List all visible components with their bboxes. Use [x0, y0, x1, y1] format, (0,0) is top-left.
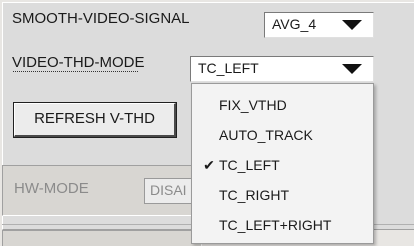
- menu-item-label: TC_LEFT: [219, 157, 280, 173]
- menu-item-tc-left[interactable]: ✔ TC_LEFT: [192, 150, 373, 180]
- check-icon: ✔: [203, 157, 215, 173]
- menu-item-label: AUTO_TRACK: [219, 127, 313, 143]
- menu-item-auto-track[interactable]: AUTO_TRACK: [192, 120, 373, 150]
- smooth-video-signal-label: SMOOTH-VIDEO-SIGNAL: [12, 10, 190, 27]
- refresh-v-thd-button[interactable]: REFRESH V-THD: [13, 102, 177, 138]
- menu-item-label: TC_RIGHT: [219, 187, 289, 203]
- triangle-down-icon[interactable]: [331, 13, 373, 37]
- menu-item-fix-vthd[interactable]: FIX_VTHD: [192, 90, 373, 120]
- lower-panel: [2, 230, 202, 246]
- hw-mode-label: HW-MODE: [14, 180, 89, 197]
- triangle-down-icon[interactable]: [331, 57, 373, 81]
- menu-item-label: FIX_VTHD: [219, 97, 287, 113]
- focus-indicator: [13, 71, 138, 72]
- hw-mode-select[interactable]: DISAI: [144, 178, 192, 204]
- menu-item-tc-right[interactable]: TC_RIGHT: [192, 180, 373, 210]
- video-thd-mode-select[interactable]: TC_LEFT: [190, 56, 374, 82]
- smooth-video-signal-select[interactable]: AVG_4: [264, 12, 374, 38]
- video-thd-mode-label: VIDEO-THD-MODE: [12, 54, 145, 71]
- smooth-video-signal-value: AVG_4: [272, 16, 317, 32]
- video-thd-mode-value: TC_LEFT: [198, 60, 259, 76]
- menu-item-label: TC_LEFT+RIGHT: [219, 217, 332, 233]
- hw-mode-value: DISAI: [150, 182, 187, 198]
- video-thd-mode-dropdown: FIX_VTHD AUTO_TRACK ✔ TC_LEFT TC_RIGHT T…: [191, 83, 374, 244]
- menu-item-tc-left-right[interactable]: TC_LEFT+RIGHT: [192, 210, 373, 240]
